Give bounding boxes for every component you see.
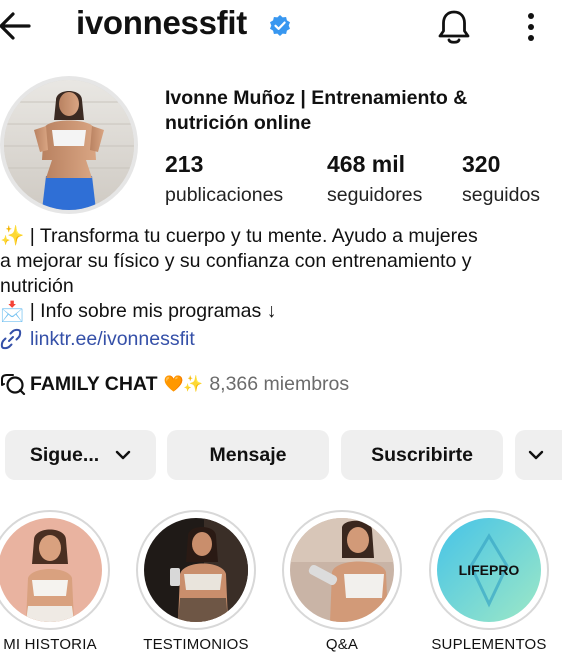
more-vertical-icon[interactable] xyxy=(520,10,542,44)
heart-sparkles-icon: 🧡✨ xyxy=(163,376,204,393)
bio-line: 📩 | Info sobre mis programas ↓ xyxy=(0,299,562,324)
message-label: Mensaje xyxy=(209,443,287,466)
sparkles-icon: ✨ xyxy=(0,225,25,248)
chevron-down-icon xyxy=(528,450,544,460)
stat-label: seguidores xyxy=(327,184,423,206)
bell-icon[interactable] xyxy=(436,8,472,46)
chevron-down-icon xyxy=(115,450,131,460)
stat-number: 320 xyxy=(462,151,501,177)
bio-line: nutrición xyxy=(0,275,74,298)
highlight-cover xyxy=(144,518,248,622)
stat-label: publicaciones xyxy=(165,184,284,206)
highlight-cover xyxy=(290,518,394,622)
broadcast-channel[interactable]: FAMILY CHAT 🧡✨ 8,366 miembros xyxy=(0,371,349,397)
avatar-photo xyxy=(4,80,134,210)
verified-badge-icon xyxy=(270,15,290,36)
highlight-cover: LIFEPRO xyxy=(437,518,541,622)
bio: ✨ | Transforma tu cuerpo y tu mente. Ayu… xyxy=(0,224,562,325)
following-button[interactable]: Sigue... xyxy=(5,430,156,480)
message-button[interactable]: Mensaje xyxy=(167,430,329,480)
bio-text: | Info sobre mis programas ↓ xyxy=(24,300,277,323)
following-label: Sigue... xyxy=(29,443,100,466)
stat-posts[interactable]: 213 publicaciones xyxy=(165,150,283,208)
lifepro-logo: LIFEPRO xyxy=(459,562,520,578)
bio-line: ✨ | Transforma tu cuerpo y tu mente. Ayu… xyxy=(0,224,562,249)
channel-name: FAMILY CHAT xyxy=(30,372,158,395)
link-icon xyxy=(0,328,22,350)
stat-followers[interactable]: 468 mil seguidores xyxy=(327,150,422,208)
highlight-label: MI HISTORIA xyxy=(3,636,97,652)
display-name: Ivonne Muñoz | Entrenamiento & nutrición… xyxy=(165,87,468,134)
bio-link[interactable]: linktr.ee/ivonnessfit xyxy=(0,326,195,352)
profile-username: ivonnessfit xyxy=(76,4,247,41)
back-arrow-icon[interactable] xyxy=(0,8,32,44)
stat-label: seguidos xyxy=(462,184,541,206)
highlight-cover xyxy=(0,518,102,622)
bio-line: a mejorar su físico y su confianza con e… xyxy=(0,250,472,273)
highlight-label: SUPLEMENTOS xyxy=(431,636,547,652)
highlight-label: Q&A xyxy=(325,636,359,652)
top-bar: ivonnessfit xyxy=(0,0,562,54)
subscribe-button[interactable]: Suscribirte xyxy=(341,430,503,480)
chat-bubbles-icon xyxy=(1,374,26,395)
channel-members: 8,366 miembros xyxy=(209,372,350,395)
envelope-icon: 📩 xyxy=(0,300,25,323)
stat-following[interactable]: 320 seguidos xyxy=(462,150,540,208)
link-text[interactable]: linktr.ee/ivonnessfit xyxy=(30,328,195,351)
subscribe-label: Suscribirte xyxy=(371,443,473,466)
suggested-accounts-button[interactable] xyxy=(515,430,562,480)
stat-number: 468 mil xyxy=(327,151,405,177)
avatar[interactable] xyxy=(4,80,134,210)
bio-text: | Transforma tu cuerpo y tu mente. Ayudo… xyxy=(24,225,478,247)
highlight-label: TESTIMONIOS xyxy=(143,636,249,652)
stat-number: 213 xyxy=(165,151,204,177)
